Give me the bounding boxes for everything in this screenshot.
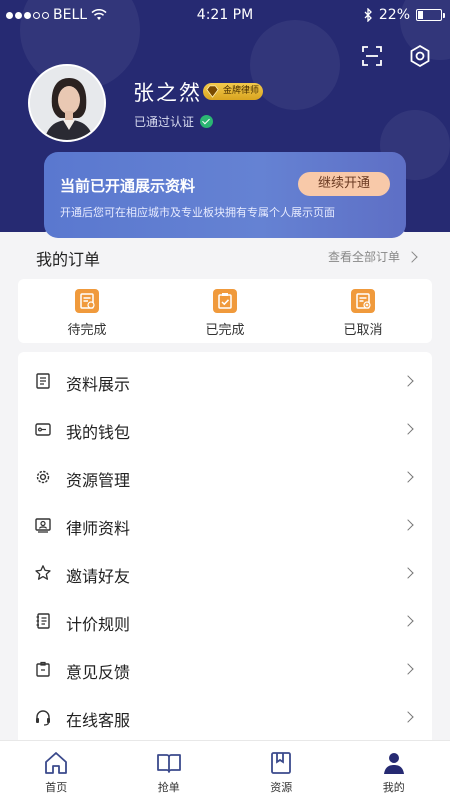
promo-description: 开通后您可在相应城市及专业板块拥有专属个人展示页面 <box>60 206 335 219</box>
chevron-right-icon <box>402 375 414 387</box>
tab-grab-order[interactable]: 抢单 <box>113 741 226 800</box>
order-pending[interactable]: 待完成 <box>18 279 156 343</box>
chevron-right-icon <box>402 423 414 435</box>
battery-fill <box>418 11 423 19</box>
user-icon <box>383 753 404 774</box>
menu-label: 在线客服 <box>66 711 131 730</box>
wallet-icon <box>35 423 51 436</box>
tab-home[interactable]: 首页 <box>0 741 113 800</box>
verified-label: 已通过认证 <box>134 115 195 129</box>
orders-title: 我的订单 <box>36 250 101 269</box>
star-icon <box>35 565 51 580</box>
battery-icon <box>416 9 445 21</box>
chevron-right-icon <box>402 615 414 627</box>
battery-percent: 22% <box>378 7 410 23</box>
menu-label: 我的钱包 <box>66 423 131 442</box>
promo-title: 当前已开通展示资料 <box>60 177 196 195</box>
scan-icon[interactable] <box>360 44 384 68</box>
verified-check-icon <box>200 115 214 128</box>
avatar-portrait <box>30 66 104 140</box>
tab-mine[interactable]: 我的 <box>338 741 450 800</box>
menu-item-wallet[interactable]: 我的钱包 <box>18 406 432 454</box>
chevron-right-icon <box>402 567 414 579</box>
orders-card: 待完成 已完成 已取消 <box>18 279 432 343</box>
completed-order-icon <box>213 289 237 313</box>
avatar[interactable] <box>28 64 106 142</box>
headset-icon <box>36 710 50 726</box>
home-icon <box>45 752 68 774</box>
menu-label: 律师资料 <box>66 519 131 538</box>
order-completed-label: 已完成 <box>205 323 245 338</box>
chevron-right-icon <box>402 663 414 675</box>
menu-item-feedback[interactable]: 意见反馈 <box>18 646 432 694</box>
order-cancelled-label: 已取消 <box>343 323 383 338</box>
tab-label: 我的 <box>382 781 405 794</box>
settings-menu: 资料展示 我的钱包 资源管理 律师资料 邀请好友 计价规则 意见反馈 在线客服 <box>18 352 432 752</box>
menu-item-pricing-rules[interactable]: 计价规则 <box>18 598 432 646</box>
diamond-icon <box>206 85 219 98</box>
chevron-right-icon <box>402 471 414 483</box>
menu-label: 资源管理 <box>66 471 131 490</box>
decor-bubble <box>250 20 340 110</box>
menu-item-online-support[interactable]: 在线客服 <box>18 694 432 742</box>
menu-label: 意见反馈 <box>66 663 131 682</box>
tab-label: 抢单 <box>157 781 180 794</box>
menu-item-lawyer-profile[interactable]: 律师资料 <box>18 502 432 550</box>
cancelled-order-icon <box>351 289 375 313</box>
chevron-right-icon <box>406 250 418 263</box>
status-bar: BELL 4:21 PM 22% <box>0 0 450 32</box>
bookmark-icon <box>271 752 292 774</box>
promo-card: 当前已开通展示资料 继续开通 开通后您可在相应城市及专业板块拥有专属个人展示页面 <box>44 152 406 238</box>
order-cancelled[interactable]: 已取消 <box>294 279 432 343</box>
rules-book-icon <box>36 613 50 629</box>
tab-label: 首页 <box>45 781 68 794</box>
bluetooth-icon <box>364 8 372 22</box>
gold-lawyer-badge: 金牌律师 <box>203 83 264 100</box>
order-pending-label: 待完成 <box>67 323 107 338</box>
menu-item-resource-management[interactable]: 资源管理 <box>18 454 432 502</box>
pending-order-icon <box>75 289 99 313</box>
book-icon <box>156 754 181 773</box>
badge-label: 金牌律师 <box>223 86 260 96</box>
order-completed[interactable]: 已完成 <box>156 279 294 343</box>
menu-label: 邀请好友 <box>66 567 131 586</box>
orders-header: 我的订单 查看全部订单 <box>0 236 450 276</box>
menu-label: 计价规则 <box>66 615 131 634</box>
chevron-right-icon <box>402 711 414 723</box>
view-all-orders-link[interactable]: 查看全部订单 <box>327 248 418 265</box>
settings-icon[interactable] <box>408 44 432 68</box>
user-name: 张之然 <box>133 81 202 105</box>
view-all-label: 查看全部订单 <box>327 250 400 264</box>
menu-label: 资料展示 <box>66 375 131 394</box>
chevron-right-icon <box>402 519 414 531</box>
tab-resources[interactable]: 资源 <box>225 741 338 800</box>
continue-open-button[interactable]: 继续开通 <box>298 172 390 196</box>
id-card-icon <box>35 518 51 533</box>
verified-status: 已通过认证 <box>134 113 214 130</box>
menu-item-invite-friends[interactable]: 邀请好友 <box>18 550 432 598</box>
menu-item-profile-display[interactable]: 资料展示 <box>18 358 432 406</box>
document-list-icon <box>36 373 50 389</box>
tab-label: 资源 <box>270 781 293 794</box>
feedback-icon <box>36 661 50 677</box>
gear-icon <box>36 470 50 484</box>
bottom-tab-bar: 首页 抢单 资源 我的 <box>0 740 450 800</box>
